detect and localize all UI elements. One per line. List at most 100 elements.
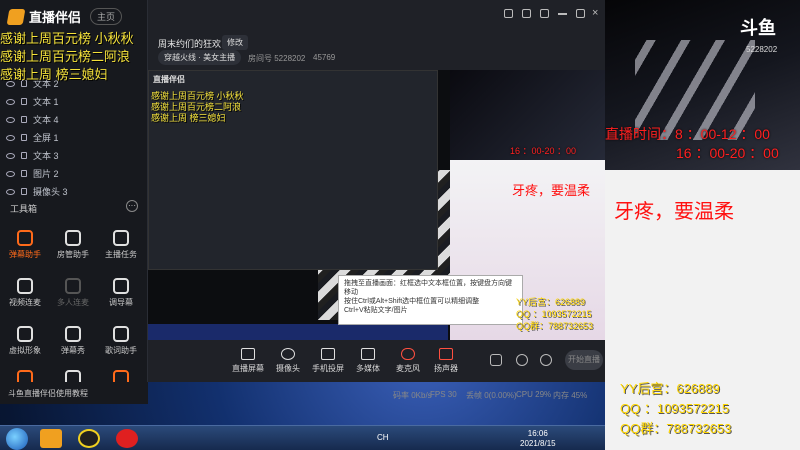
toolbar-label: 摄像头 <box>276 364 300 373</box>
preview-slogan: 牙疼，要温柔 <box>512 183 591 198</box>
tooltip-line: 按住Ctrl或Alt+Shift选中框位置可以精细调整 <box>344 298 480 305</box>
record-icon[interactable] <box>490 354 502 366</box>
eye-icon[interactable] <box>6 98 15 105</box>
room-title: 周末约们的狂欢 <box>158 39 222 49</box>
skin-icon[interactable] <box>522 9 531 18</box>
tool-avatar[interactable]: 虚拟形象 <box>2 326 48 356</box>
lock-icon[interactable] <box>21 134 27 141</box>
eye-icon[interactable] <box>516 354 528 366</box>
camera-button[interactable]: 摄像头 <box>266 348 310 374</box>
checklist-icon <box>113 230 129 246</box>
minimize-icon[interactable] <box>558 13 567 15</box>
toolbar-label: 直播屏幕 <box>232 364 264 373</box>
edit-room-button[interactable]: 修改 <box>222 35 248 50</box>
more-icon[interactable]: ··· <box>126 200 138 212</box>
overlay-thanks-2: 感谢上周百元榜二阿浪 <box>0 49 131 64</box>
qq-group-contact: QQ群：788732653 <box>620 421 732 436</box>
microphone-icon <box>401 348 415 360</box>
layer-item[interactable]: 文本 4 <box>6 113 59 126</box>
status-bar: 码率 0Kb/s FPS 30 丢帧 0(0.00%) CPU 29% 内存 4… <box>148 382 605 404</box>
message-icon[interactable] <box>504 9 513 18</box>
eye-icon[interactable] <box>6 116 15 123</box>
system-clock[interactable]: 16:06 2021/8/15 <box>520 429 556 449</box>
yy-contact: YY后宫：626889 <box>620 381 720 396</box>
input-method[interactable]: CH <box>377 433 389 442</box>
media-button[interactable]: 多媒体 <box>346 348 390 374</box>
layer-label: 文本 1 <box>33 97 59 107</box>
tool-host-task[interactable]: 主播任务 <box>98 230 144 260</box>
overlay-thanks-3: 感谢上周 榜三媳妇 <box>0 67 108 82</box>
schedule-line-2: 16 ：00-20 ：00 <box>676 145 779 161</box>
layer-item[interactable]: 文本 1 <box>6 95 59 108</box>
windows-taskbar: CH 16:06 2021/8/15 <box>0 425 605 450</box>
toolbar-label: 扬声器 <box>434 364 458 373</box>
player-taskbar-icon[interactable] <box>78 429 100 448</box>
memory-usage: 内存 45% <box>553 391 588 400</box>
tool-label: 弹幕助手 <box>9 250 41 259</box>
cpu-usage: CPU 29% <box>516 390 552 399</box>
preview-qq-group-contact: QQ群：788732653 <box>516 321 594 331</box>
fans-count: 45769 <box>313 53 336 62</box>
tooltip-line: 拖拽至直播画面：红框选中文本框位置，按键盘方向键移动 <box>344 280 512 296</box>
speaker-icon <box>439 348 453 360</box>
layer-item[interactable]: 文本 3 <box>6 149 59 162</box>
streaming-app-taskbar-icon[interactable] <box>40 429 62 448</box>
camera-icon <box>281 348 295 360</box>
clock-date: 2021/8/15 <box>520 439 556 448</box>
start-menu-icon[interactable] <box>6 428 28 450</box>
room-header: 周末约们的狂欢 修改 穿越火线 · 美女主播 房间号 5228202 45769… <box>148 0 636 70</box>
close-icon[interactable]: × <box>592 8 601 19</box>
screen-capture-button[interactable]: 直播屏幕 <box>226 348 270 374</box>
tv-icon <box>65 326 81 342</box>
room-id: 房间号 5228202 <box>248 54 306 63</box>
avatar-icon <box>17 326 33 342</box>
lock-icon[interactable] <box>21 188 27 195</box>
tool-danmu-show[interactable]: 弹幕秀 <box>50 326 96 356</box>
mode-switch[interactable]: 主页 <box>90 8 123 25</box>
category-selector[interactable]: 穿越火线 · 美女主播 <box>158 50 242 65</box>
lock-icon[interactable] <box>21 170 27 177</box>
phone-cast-button[interactable]: 手机投屏 <box>306 348 350 374</box>
layer-item[interactable]: 全屏 1 <box>6 131 59 144</box>
tooltip-line: Ctrl+V粘贴文字/图片 <box>344 307 408 314</box>
tool-danmu-style[interactable]: 调导幕 <box>98 278 144 308</box>
tool-room-manager[interactable]: 房管助手 <box>50 230 96 260</box>
lock-icon[interactable] <box>21 98 27 105</box>
speaker-button[interactable]: 扬声器 <box>424 348 468 374</box>
layer-item[interactable]: 图片 2 <box>6 167 59 180</box>
layer-label: 全屏 1 <box>33 133 59 143</box>
nested-app-title: 直播伴侣 <box>153 75 185 84</box>
lock-icon[interactable] <box>21 116 27 123</box>
play-icon <box>361 348 375 360</box>
maximize-icon[interactable] <box>576 9 585 18</box>
toolbar-label: 手机投屏 <box>312 364 344 373</box>
eye-icon[interactable] <box>6 188 15 195</box>
tool-multi-link[interactable]: 多人连麦 <box>50 278 96 308</box>
start-live-button[interactable]: 开始直播 <box>565 350 603 370</box>
eye-icon[interactable] <box>6 152 15 159</box>
layer-item[interactable]: 摄像头 3 <box>6 185 68 198</box>
tool-label: 虚拟形象 <box>9 346 41 355</box>
tool-label: 多人连麦 <box>57 298 89 307</box>
hint-tooltip: 拖拽至直播画面：红框选中文本框位置，按键盘方向键移动 按住Ctrl或Alt+Sh… <box>338 275 523 325</box>
tool-lyrics[interactable]: 歌词助手 <box>98 326 144 356</box>
video-call-icon <box>17 278 33 294</box>
tool-label: 弹幕秀 <box>61 346 85 355</box>
tool-video-link[interactable]: 视频连麦 <box>2 278 48 308</box>
tool-label: 房管助手 <box>57 250 89 259</box>
tool-danmu-assistant[interactable]: 弹幕助手 <box>2 230 48 260</box>
fps: FPS 30 <box>430 390 457 399</box>
lock-icon[interactable] <box>21 152 27 159</box>
netease-music-taskbar-icon[interactable] <box>116 429 138 448</box>
gear-icon[interactable] <box>540 354 552 366</box>
schedule-line-1: 直播时间：8 ：00-12 ：00 <box>605 126 770 142</box>
tutorial-link[interactable]: 斗鱼直播伴侣使用教程 <box>0 382 148 404</box>
eye-icon[interactable] <box>6 134 15 141</box>
user-icon <box>65 230 81 246</box>
tool-label: 主播任务 <box>105 250 137 259</box>
nested-app-capture: 直播伴侣 感谢上周百元榜 小秋秋 感谢上周百元榜二阿浪 感谢上周 榜三媳妇 <box>148 70 438 270</box>
eye-icon[interactable] <box>6 170 15 177</box>
menu-icon[interactable] <box>540 9 549 18</box>
toolbox-title: 工具箱 <box>10 204 38 214</box>
dropped-frames: 丢帧 0(0.00%) <box>466 391 517 400</box>
